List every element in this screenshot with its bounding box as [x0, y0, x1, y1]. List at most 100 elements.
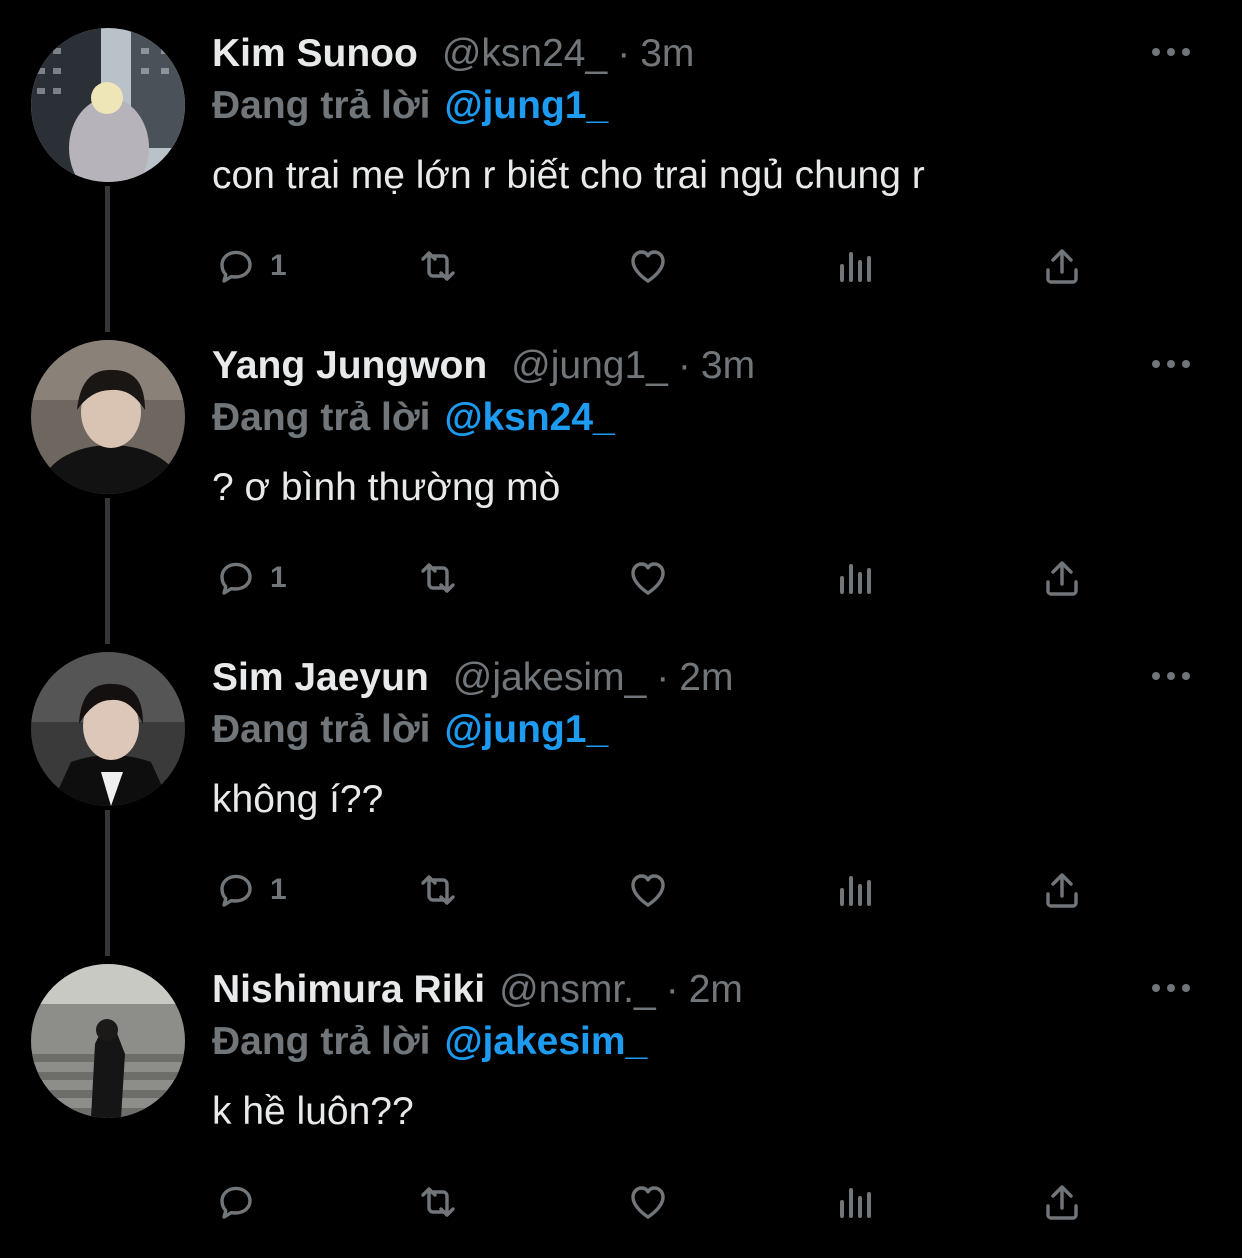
separator: ·: [656, 656, 670, 699]
views-button[interactable]: [832, 1174, 880, 1230]
retweet-button[interactable]: [414, 238, 462, 294]
mention-link[interactable]: @jung1_: [444, 84, 608, 127]
tweet-text: con trai mẹ lớn r biết cho trai ngủ chun…: [212, 154, 925, 197]
mention-link[interactable]: @jung1_: [444, 708, 608, 751]
user-handle[interactable]: @jakesim_: [453, 654, 646, 702]
like-button[interactable]: [624, 550, 672, 606]
display-name[interactable]: Kim Sunoo: [212, 30, 418, 78]
more-button[interactable]: [1152, 354, 1190, 374]
separator: ·: [617, 32, 631, 75]
reply-thread: Kim Sunoo @ksn24_ · 3m Đang trả lời @jung…: [0, 0, 1242, 1258]
tweet[interactable]: Kim Sunoo @ksn24_ · 3m Đang trả lời @jung…: [0, 0, 1242, 312]
tweet-header: Kim Sunoo @ksn24_ · 3m: [212, 30, 694, 78]
display-name[interactable]: Nishimura Riki: [212, 966, 485, 1014]
user-handle[interactable]: @jung1_: [511, 342, 668, 390]
tweet[interactable]: Nishimura Riki @nsmr._ · 2m Đang trả lời…: [0, 936, 1242, 1248]
tweet-text: ? ơ bình thường mò: [212, 466, 561, 509]
share-icon: [1046, 873, 1078, 908]
views-button[interactable]: [832, 550, 880, 606]
more-icon: [1152, 672, 1160, 680]
replying-label: Đang trả lời: [212, 1020, 431, 1063]
share-icon: [1046, 1185, 1078, 1220]
analytics-icon: [840, 252, 871, 282]
avatar[interactable]: [31, 652, 185, 806]
mention-link[interactable]: @jakesim_: [444, 1020, 647, 1063]
views-button[interactable]: [832, 238, 880, 294]
share-icon: [1046, 249, 1078, 284]
heart-icon: [631, 1186, 665, 1219]
mention-link[interactable]: @ksn24_: [444, 396, 614, 439]
tweet-header: Nishimura Riki @nsmr._ · 2m: [212, 966, 743, 1014]
separator: ·: [665, 968, 679, 1011]
retweet-button[interactable]: [414, 1174, 462, 1230]
tweet-header: Sim Jaeyun @jakesim_ · 2m: [212, 654, 733, 702]
more-icon: [1167, 984, 1175, 992]
avatar-photo: [31, 28, 185, 182]
replying-to: Đang trả lời @jung1_: [212, 82, 608, 130]
tweet-header: Yang Jungwon @jung1_ · 3m: [212, 342, 755, 390]
reply-button[interactable]: 1: [212, 238, 287, 294]
reply-icon: [220, 1186, 252, 1219]
tweet[interactable]: Yang Jungwon @jung1_ · 3m Đang trả lời @k…: [0, 312, 1242, 624]
replying-label: Đang trả lời: [212, 708, 431, 751]
like-button[interactable]: [624, 238, 672, 294]
more-button[interactable]: [1152, 666, 1190, 686]
replying-to: Đang trả lời @jakesim_: [212, 1018, 647, 1066]
reply-icon: [220, 250, 252, 283]
retweet-icon: [421, 875, 455, 905]
avatar-photo: [31, 652, 185, 806]
reply-icon: [220, 562, 252, 595]
heart-icon: [631, 874, 665, 907]
more-icon: [1182, 360, 1190, 368]
heart-icon: [631, 250, 665, 283]
user-handle[interactable]: @ksn24_: [442, 30, 607, 78]
user-handle[interactable]: @nsmr._: [499, 966, 656, 1014]
more-button[interactable]: [1152, 978, 1190, 998]
timestamp[interactable]: 3m: [701, 342, 755, 390]
tweet-text: không í??: [212, 778, 384, 821]
timestamp[interactable]: 2m: [679, 654, 733, 702]
timestamp[interactable]: 2m: [689, 966, 743, 1014]
share-button[interactable]: [1038, 550, 1086, 606]
more-icon: [1152, 984, 1160, 992]
separator: ·: [677, 344, 691, 387]
retweet-icon: [421, 563, 455, 593]
reply-button[interactable]: 1: [212, 862, 287, 918]
tweet-text: k hề luôn??: [212, 1090, 414, 1133]
avatar[interactable]: [31, 964, 185, 1118]
reply-count: 1: [270, 873, 287, 906]
analytics-icon: [840, 1188, 871, 1218]
avatar[interactable]: [31, 340, 185, 494]
share-button[interactable]: [1038, 238, 1086, 294]
share-button[interactable]: [1038, 1174, 1086, 1230]
more-button[interactable]: [1152, 42, 1190, 62]
retweet-button[interactable]: [414, 550, 462, 606]
reply-button[interactable]: [212, 1174, 270, 1230]
more-icon: [1167, 360, 1175, 368]
timestamp[interactable]: 3m: [640, 30, 694, 78]
avatar[interactable]: [31, 28, 185, 182]
retweet-icon: [421, 1187, 455, 1217]
share-button[interactable]: [1038, 862, 1086, 918]
more-icon: [1182, 984, 1190, 992]
more-icon: [1167, 672, 1175, 680]
like-button[interactable]: [624, 862, 672, 918]
replying-to: Đang trả lời @ksn24_: [212, 394, 615, 442]
retweet-button[interactable]: [414, 862, 462, 918]
like-button[interactable]: [624, 1174, 672, 1230]
reply-count: 1: [270, 561, 287, 594]
more-icon: [1182, 48, 1190, 56]
tweet[interactable]: Sim Jaeyun @jakesim_ · 2m Đang trả lời @j…: [0, 624, 1242, 936]
views-button[interactable]: [832, 862, 880, 918]
avatar-photo: [31, 964, 185, 1118]
action-bar: 1: [212, 238, 1092, 294]
reply-button[interactable]: 1: [212, 550, 287, 606]
more-icon: [1152, 48, 1160, 56]
reply-count: 1: [270, 249, 287, 282]
display-name[interactable]: Sim Jaeyun: [212, 654, 429, 702]
replying-label: Đang trả lời: [212, 396, 431, 439]
action-bar: [212, 1174, 1092, 1230]
reply-icon: [220, 874, 252, 907]
display-name[interactable]: Yang Jungwon: [212, 342, 487, 390]
retweet-icon: [421, 251, 455, 281]
